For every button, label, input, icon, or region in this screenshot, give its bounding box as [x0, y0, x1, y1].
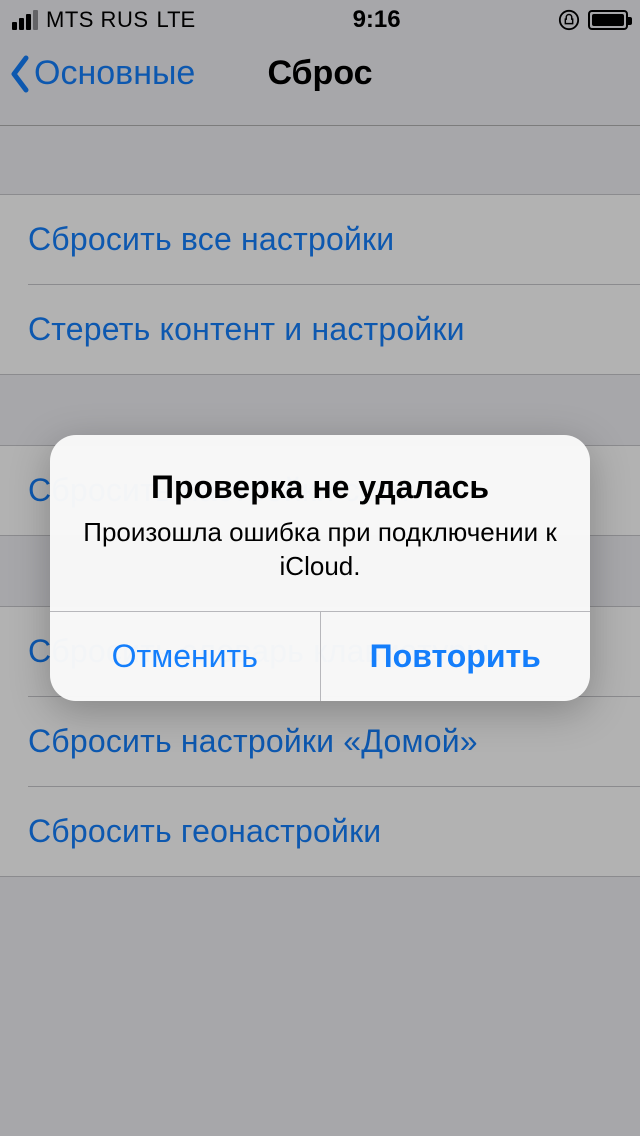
alert-container: Проверка не удалась Произошла ошибка при… [0, 0, 640, 1136]
cancel-button[interactable]: Отменить [50, 612, 320, 701]
retry-button[interactable]: Повторить [320, 612, 591, 701]
verification-failed-alert: Проверка не удалась Произошла ошибка при… [50, 435, 590, 702]
alert-title: Проверка не удалась [80, 469, 560, 506]
alert-message: Произошла ошибка при подключении к iClou… [80, 516, 560, 584]
